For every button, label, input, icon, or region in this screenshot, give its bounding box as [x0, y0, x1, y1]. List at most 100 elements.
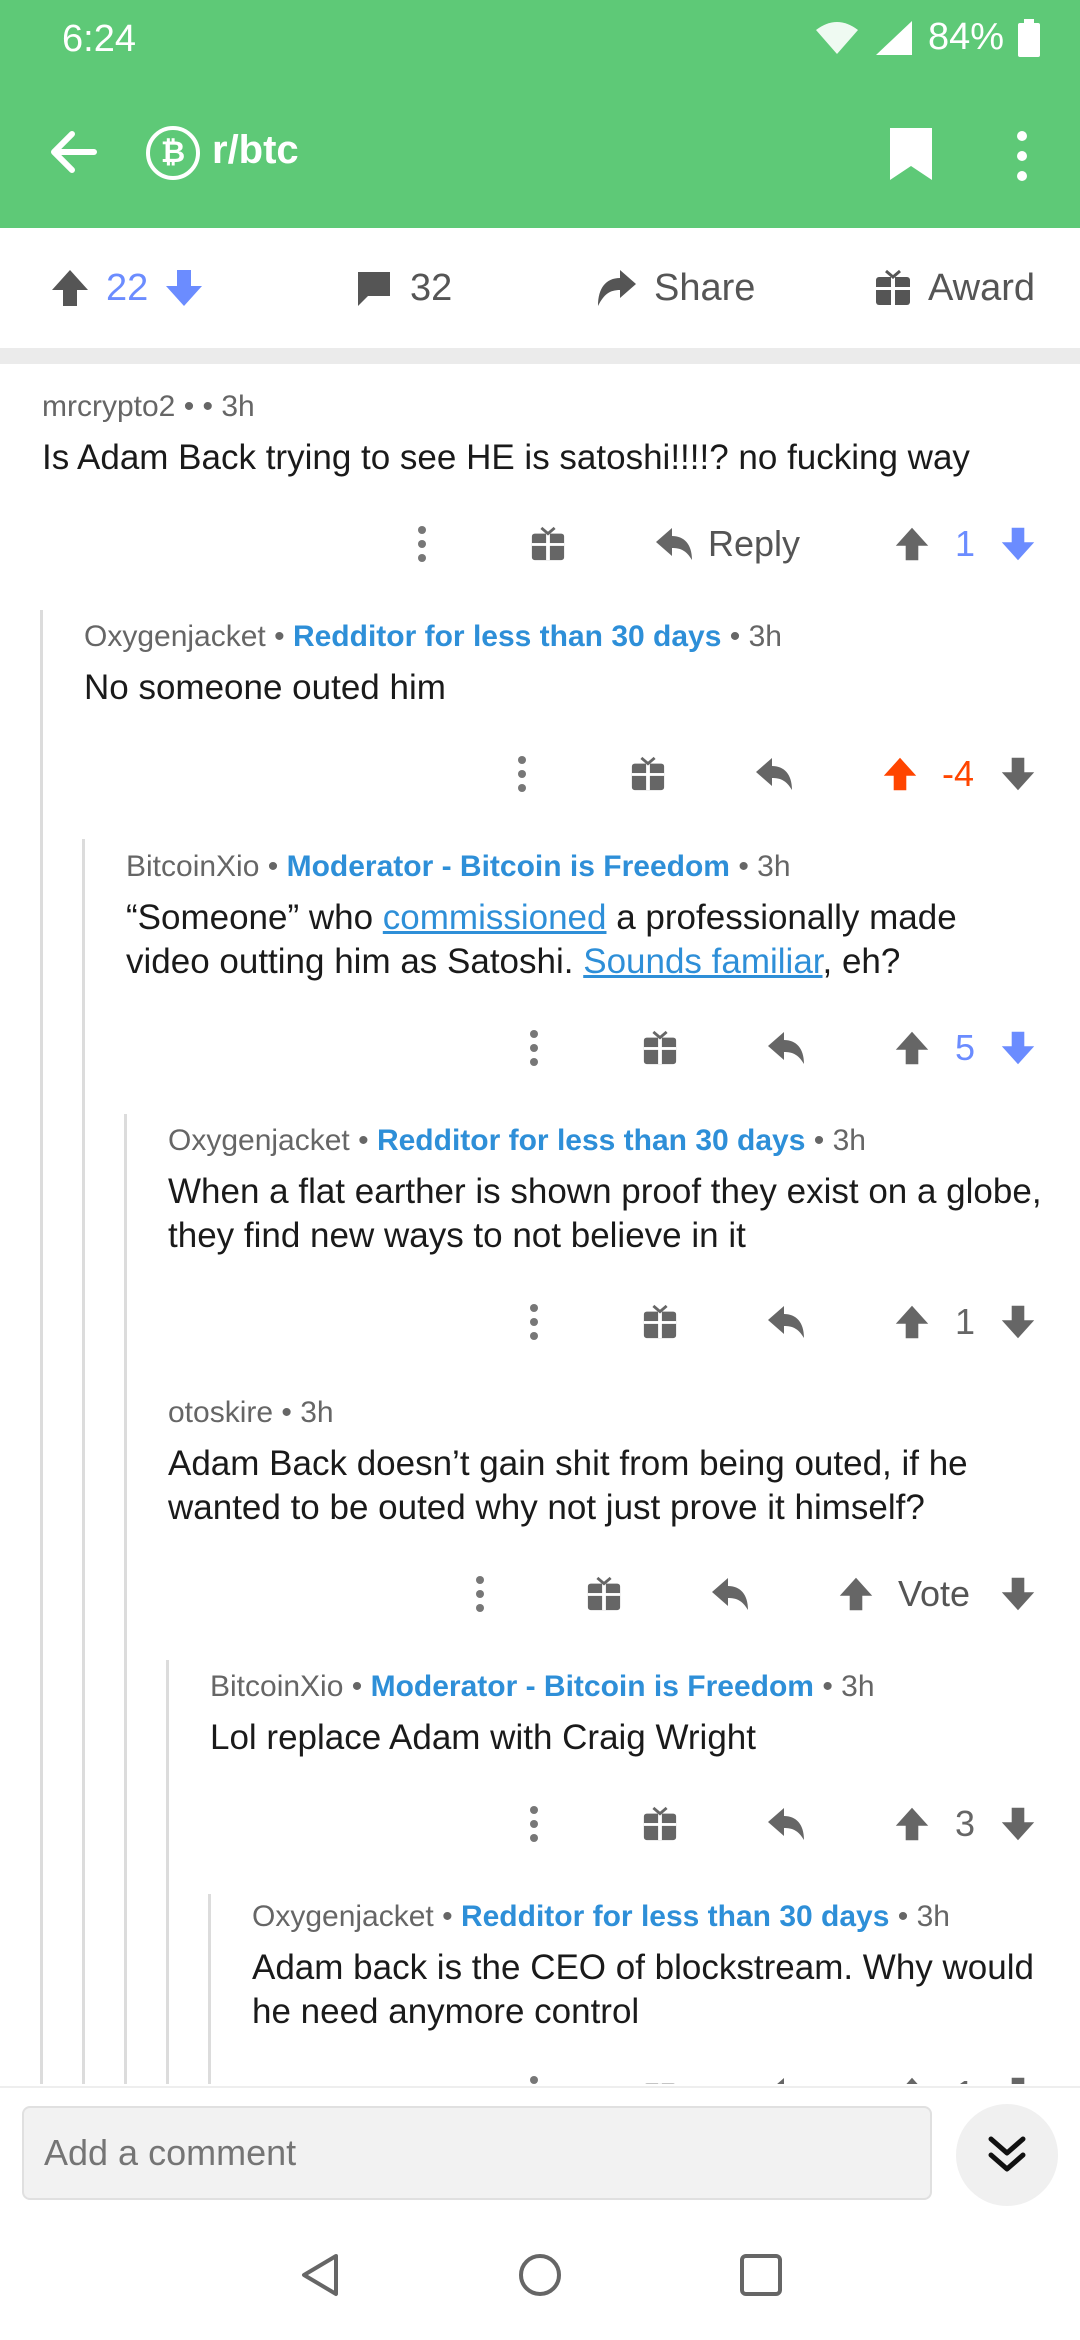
- upvote-arrow-icon[interactable]: [882, 756, 918, 792]
- comment-author[interactable]: BitcoinXio: [126, 850, 259, 883]
- comment-age: 3h: [916, 1900, 950, 1933]
- comment: mrcrypto2 • • 3h Is Adam Back trying to …: [42, 390, 1052, 480]
- downvote-arrow-icon[interactable]: [1000, 526, 1036, 562]
- comment-author[interactable]: mrcrypto2: [42, 390, 175, 423]
- gift-icon[interactable]: [586, 1576, 622, 1612]
- comment-actions: Vote: [0, 1564, 1080, 1624]
- reply-arrow-icon[interactable]: [766, 1806, 806, 1842]
- downvote-arrow-icon[interactable]: [1000, 756, 1036, 792]
- upvote-arrow-icon[interactable]: [50, 268, 90, 308]
- subreddit-name[interactable]: r/btc: [212, 128, 299, 173]
- more-options-icon[interactable]: [412, 524, 432, 564]
- subreddit-bitcoin-icon[interactable]: ₿: [146, 126, 200, 180]
- comment-age: 3h: [748, 620, 782, 653]
- comment-body: When a flat earther is shown proof they …: [168, 1172, 1042, 1255]
- nav-back-icon[interactable]: [296, 2250, 346, 2300]
- more-options-icon[interactable]: [524, 1804, 544, 1844]
- comment-age: 3h: [832, 1124, 866, 1157]
- upvote-arrow-icon[interactable]: [894, 1806, 930, 1842]
- gift-icon[interactable]: [630, 756, 666, 792]
- user-flair: Redditor for less than 30 days: [292, 620, 722, 653]
- downvote-arrow-icon[interactable]: [1000, 2076, 1036, 2084]
- comment-age: 3h: [841, 1670, 875, 1703]
- double-chevron-down-icon: [988, 2136, 1026, 2172]
- upvote-arrow-icon[interactable]: [894, 1030, 930, 1066]
- comment-score: 1: [955, 523, 976, 564]
- wifi-icon: [815, 21, 858, 54]
- downvote-arrow-icon[interactable]: [1000, 1030, 1036, 1066]
- comment-author[interactable]: Oxygenjacket: [168, 1124, 350, 1157]
- share-button[interactable]: Share: [596, 267, 755, 310]
- app-bar: 6:24 84% ₿ r/btc: [0, 0, 1080, 228]
- back-arrow-icon[interactable]: [44, 122, 104, 182]
- post-vote-group: 22: [50, 267, 204, 310]
- comment: BitcoinXio • Moderator - Bitcoin is Free…: [210, 1670, 1050, 1760]
- more-options-icon[interactable]: [1008, 130, 1036, 182]
- post-score: 22: [106, 266, 149, 309]
- reply-arrow-icon[interactable]: [710, 1576, 750, 1612]
- comment-age: 3h: [221, 390, 255, 423]
- comment-author[interactable]: Oxygenjacket: [84, 620, 266, 653]
- gift-icon[interactable]: [642, 1030, 678, 1066]
- thread-line-depth-5[interactable]: [208, 1894, 211, 2084]
- gift-icon[interactable]: [530, 526, 566, 562]
- nav-recents-icon[interactable]: [736, 2250, 786, 2300]
- nav-home-icon[interactable]: [515, 2250, 565, 2300]
- sounds-familiar-link[interactable]: Sounds familiar: [583, 942, 822, 981]
- comment-author[interactable]: BitcoinXio: [210, 1670, 343, 1703]
- comment-body: No someone outed him: [84, 668, 446, 707]
- comment-score: 1: [955, 1301, 976, 1342]
- more-options-icon[interactable]: [512, 754, 532, 794]
- comment-score: 3: [955, 1803, 976, 1844]
- vote-label: Vote: [898, 1573, 971, 1614]
- upvote-arrow-icon[interactable]: [894, 1304, 930, 1340]
- reply-arrow-icon[interactable]: [766, 1304, 806, 1340]
- upvote-arrow-icon[interactable]: [894, 2076, 930, 2084]
- comment-actions: Reply 1: [0, 514, 1080, 574]
- more-options-icon[interactable]: [524, 1302, 544, 1342]
- downvote-arrow-icon[interactable]: [1000, 1806, 1036, 1842]
- upvote-arrow-icon[interactable]: [838, 1576, 874, 1612]
- downvote-arrow-icon[interactable]: [1000, 1576, 1036, 1612]
- comment-author[interactable]: otoskire: [168, 1396, 273, 1429]
- more-options-icon[interactable]: [524, 2074, 544, 2084]
- downvote-arrow-icon[interactable]: [164, 268, 204, 308]
- reply-arrow-icon: [656, 528, 692, 560]
- collapse-threads-button[interactable]: [956, 2104, 1058, 2206]
- comment: BitcoinXio • Moderator - Bitcoin is Free…: [126, 850, 1046, 984]
- comment-score: -4: [942, 753, 975, 794]
- reply-arrow-icon[interactable]: [766, 2076, 806, 2084]
- post-comments-button[interactable]: 32: [354, 267, 452, 310]
- comment-age: 3h: [300, 1396, 334, 1429]
- comment: Oxygenjacket • Redditor for less than 30…: [84, 620, 1044, 710]
- gift-icon[interactable]: [642, 1806, 678, 1842]
- section-divider: [0, 348, 1080, 364]
- gift-icon[interactable]: [642, 2076, 678, 2084]
- post-action-bar: 22 32 Share Award: [0, 228, 1080, 348]
- gift-icon: [876, 269, 910, 305]
- user-flair: Redditor for less than 30 days: [376, 1124, 806, 1157]
- comment-body: Is Adam Back trying to see HE is satoshi…: [42, 438, 970, 477]
- comment-author[interactable]: Oxygenjacket: [252, 1900, 434, 1933]
- user-flair: Moderator - Bitcoin is Freedom: [370, 1670, 814, 1703]
- bookmark-icon[interactable]: [888, 126, 934, 182]
- more-options-icon[interactable]: [470, 1574, 490, 1614]
- award-button[interactable]: Award: [874, 267, 1035, 310]
- thread-line-depth-4[interactable]: [166, 1660, 169, 2084]
- more-options-icon[interactable]: [524, 1028, 544, 1068]
- reply-arrow-icon[interactable]: [766, 1030, 806, 1066]
- reply-button[interactable]: Reply: [654, 523, 800, 565]
- downvote-arrow-icon[interactable]: [1000, 1304, 1036, 1340]
- gift-icon[interactable]: [642, 1304, 678, 1340]
- reply-label: Reply: [708, 523, 801, 564]
- comment: Oxygenjacket • Redditor for less than 30…: [168, 1124, 1048, 1258]
- commissioned-link[interactable]: commissioned: [383, 898, 607, 937]
- reply-arrow-icon[interactable]: [754, 756, 794, 792]
- share-label: Share: [654, 266, 756, 309]
- add-comment-input[interactable]: [22, 2106, 932, 2200]
- share-arrow-icon: [598, 270, 636, 306]
- status-time: 6:24: [62, 18, 136, 60]
- upvote-arrow-icon[interactable]: [894, 526, 930, 562]
- comment-thread: mrcrypto2 • • 3h Is Adam Back trying to …: [0, 364, 1080, 2084]
- system-navigation-bar: [0, 2210, 1080, 2340]
